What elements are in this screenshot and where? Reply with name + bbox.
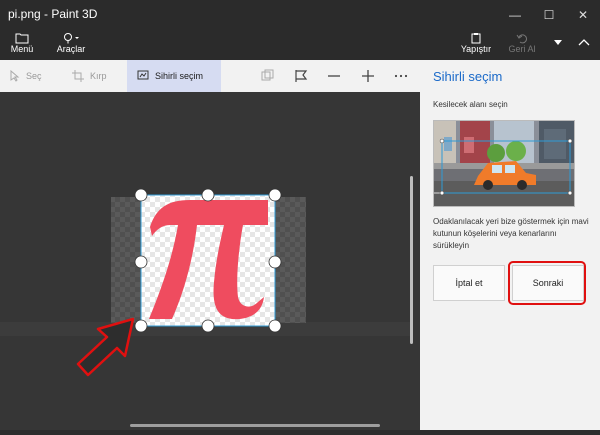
paste-label: Yapıştır	[460, 44, 492, 54]
collapse-ribbon-button[interactable]	[574, 38, 594, 52]
pointer-icon	[10, 70, 20, 82]
canvas-drawing	[0, 188, 410, 377]
menu-button[interactable]: Menü	[8, 30, 36, 60]
panel-title: Sihirli seçim	[433, 69, 503, 84]
menu-label: Menü	[10, 44, 34, 54]
minus-icon[interactable]	[326, 68, 342, 84]
clipboard-icon	[471, 33, 481, 44]
undo-button[interactable]: Geri Al	[505, 30, 539, 60]
plus-icon[interactable]	[360, 68, 376, 84]
undo-icon	[516, 34, 527, 44]
crop-icon	[72, 70, 84, 82]
paste-button[interactable]: Yapıştır	[458, 30, 494, 60]
vertical-scrollbar[interactable]	[410, 176, 413, 344]
flag-icon[interactable]	[293, 68, 309, 84]
cancel-button[interactable]: İptal et	[433, 265, 505, 301]
magic-select-panel: Sihirli seçim Kesilecek alanı seçin Odak…	[420, 60, 600, 430]
toolbar: Seç Kırp Sihirli seçim	[0, 60, 420, 93]
undo-dropdown-button[interactable]	[550, 40, 566, 50]
menu-bar: Menü Araçlar Yapıştır Geri Al	[0, 30, 600, 60]
more-icon[interactable]	[393, 68, 409, 84]
horizontal-scrollbar[interactable]	[130, 424, 380, 427]
select-tool[interactable]: Seç	[10, 60, 42, 92]
select-label: Seç	[26, 71, 42, 81]
magic-select-tool[interactable]: Sihirli seçim	[127, 60, 221, 92]
undo-label: Geri Al	[508, 44, 536, 54]
window-controls: — ☐ ✕	[498, 0, 600, 30]
sticker-icon[interactable]	[260, 68, 276, 84]
maximize-button[interactable]: ☐	[532, 0, 566, 30]
folder-icon	[15, 33, 29, 44]
crop-tool[interactable]: Kırp	[72, 60, 107, 92]
chevron-up-icon	[578, 39, 590, 46]
magic-select-label: Sihirli seçim	[155, 71, 204, 81]
tools-label: Araçlar	[56, 44, 86, 54]
window-title: pi.png - Paint 3D	[8, 7, 98, 21]
panel-description: Odaklanılacak yeri bize göstermek için m…	[433, 217, 589, 250]
canvas-area[interactable]	[0, 92, 420, 430]
tools-button[interactable]: Araçlar	[54, 30, 88, 60]
minimize-button[interactable]: —	[498, 0, 532, 30]
magic-select-icon	[137, 70, 149, 80]
panel-subtitle: Kesilecek alanı seçin	[433, 100, 508, 109]
preview-image	[433, 120, 575, 207]
title-bar: pi.png - Paint 3D — ☐ ✕	[0, 0, 600, 30]
next-button-highlight	[508, 261, 586, 305]
crop-label: Kırp	[90, 71, 107, 81]
brush-icon	[64, 33, 79, 44]
close-button[interactable]: ✕	[566, 0, 600, 30]
caret-down-icon	[554, 40, 562, 45]
